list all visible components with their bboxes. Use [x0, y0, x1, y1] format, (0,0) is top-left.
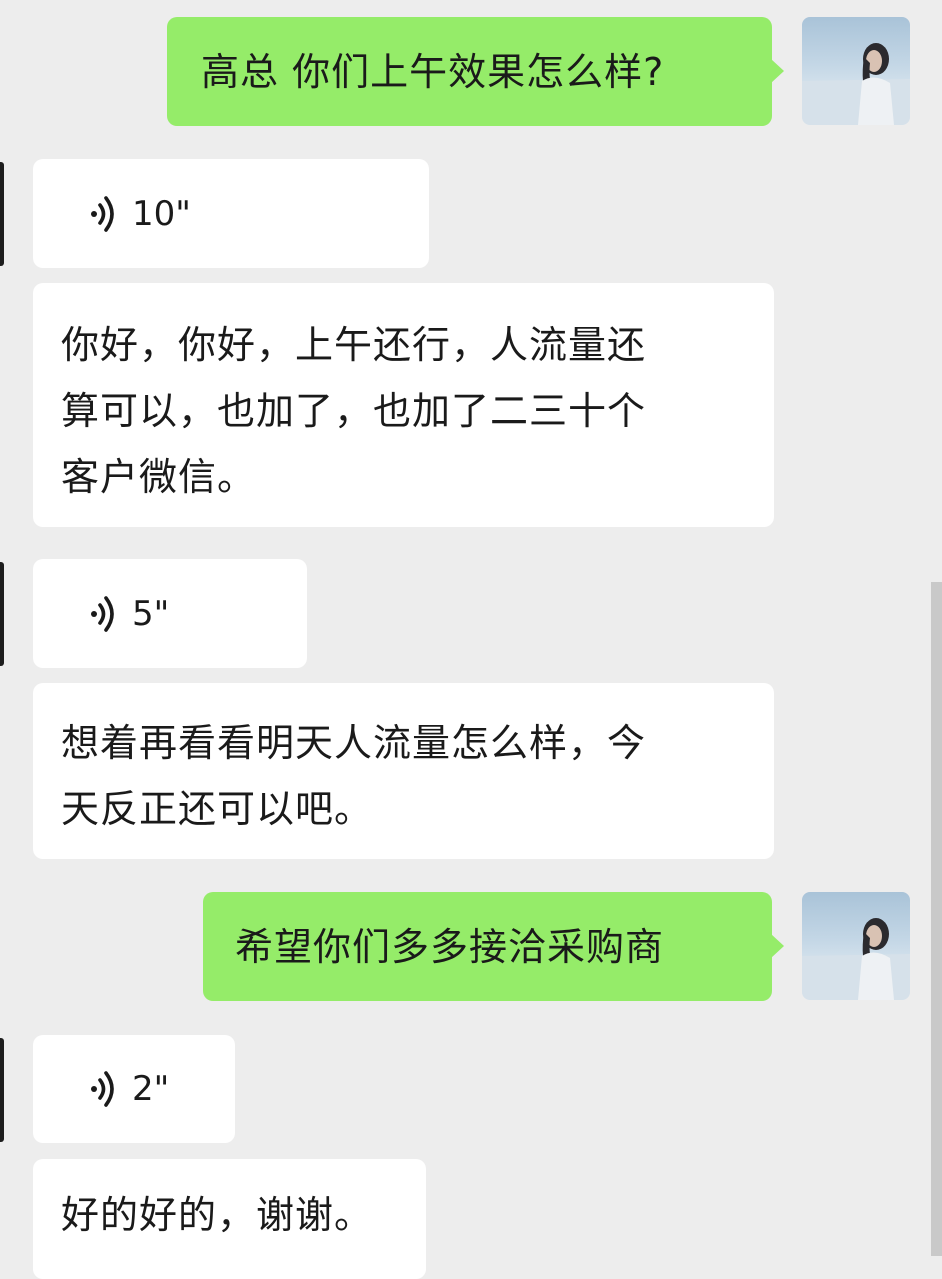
received-message-bubble[interactable]: 想着再看看明天人流量怎么样，今 天反正还可以吧。: [33, 683, 774, 859]
contact-avatar-edge[interactable]: [0, 1038, 4, 1142]
sent-message-bubble[interactable]: 希望你们多多接洽采购商: [203, 892, 784, 1001]
voice-duration: 10": [132, 193, 191, 234]
message-text-line: 算可以，也加了，也加了二三十个: [61, 389, 647, 433]
voice-duration: 5": [132, 593, 170, 634]
avatar-photo-icon: [802, 43, 910, 125]
voice-wave-icon: [91, 1071, 114, 1107]
voice-message-bubble[interactable]: 5": [33, 559, 307, 668]
received-message-bubble[interactable]: 好的好的，谢谢。: [33, 1159, 426, 1279]
voice-wave-icon: [91, 195, 114, 232]
sent-message-bubble[interactable]: 高总 你们上午效果怎么样?: [167, 17, 784, 126]
scrollbar[interactable]: [931, 582, 942, 1256]
received-message-bubble[interactable]: 你好，你好，上午还行，人流量还 算可以，也加了，也加了二三十个 客户微信。: [33, 283, 774, 527]
message-text: 好的好的，谢谢。: [61, 1193, 374, 1237]
contact-avatar-edge[interactable]: [0, 162, 4, 266]
contact-avatar-edge[interactable]: [0, 562, 4, 666]
voice-message-bubble[interactable]: 10": [33, 159, 429, 268]
message-text-line: 想着再看看明天人流量怎么样，今: [61, 721, 647, 765]
message-text: 高总 你们上午效果怎么样?: [201, 50, 665, 94]
message-text-line: 你好，你好，上午还行，人流量还: [61, 323, 647, 367]
voice-wave-icon: [91, 595, 114, 632]
message-text: 希望你们多多接洽采购商: [235, 925, 665, 969]
voice-duration: 2": [132, 1069, 170, 1109]
voice-message-bubble[interactable]: 2": [33, 1035, 235, 1143]
message-text-line: 客户微信。: [61, 455, 257, 499]
chat-conversation: 高总 你们上午效果怎么样? 10" 你好，你好，上午还行，人流量还 算可以，也加…: [0, 0, 942, 1279]
message-text-line: 天反正还可以吧。: [61, 787, 374, 831]
user-avatar[interactable]: [802, 17, 910, 125]
user-avatar[interactable]: [802, 892, 910, 1000]
avatar-photo-icon: [802, 918, 910, 1000]
